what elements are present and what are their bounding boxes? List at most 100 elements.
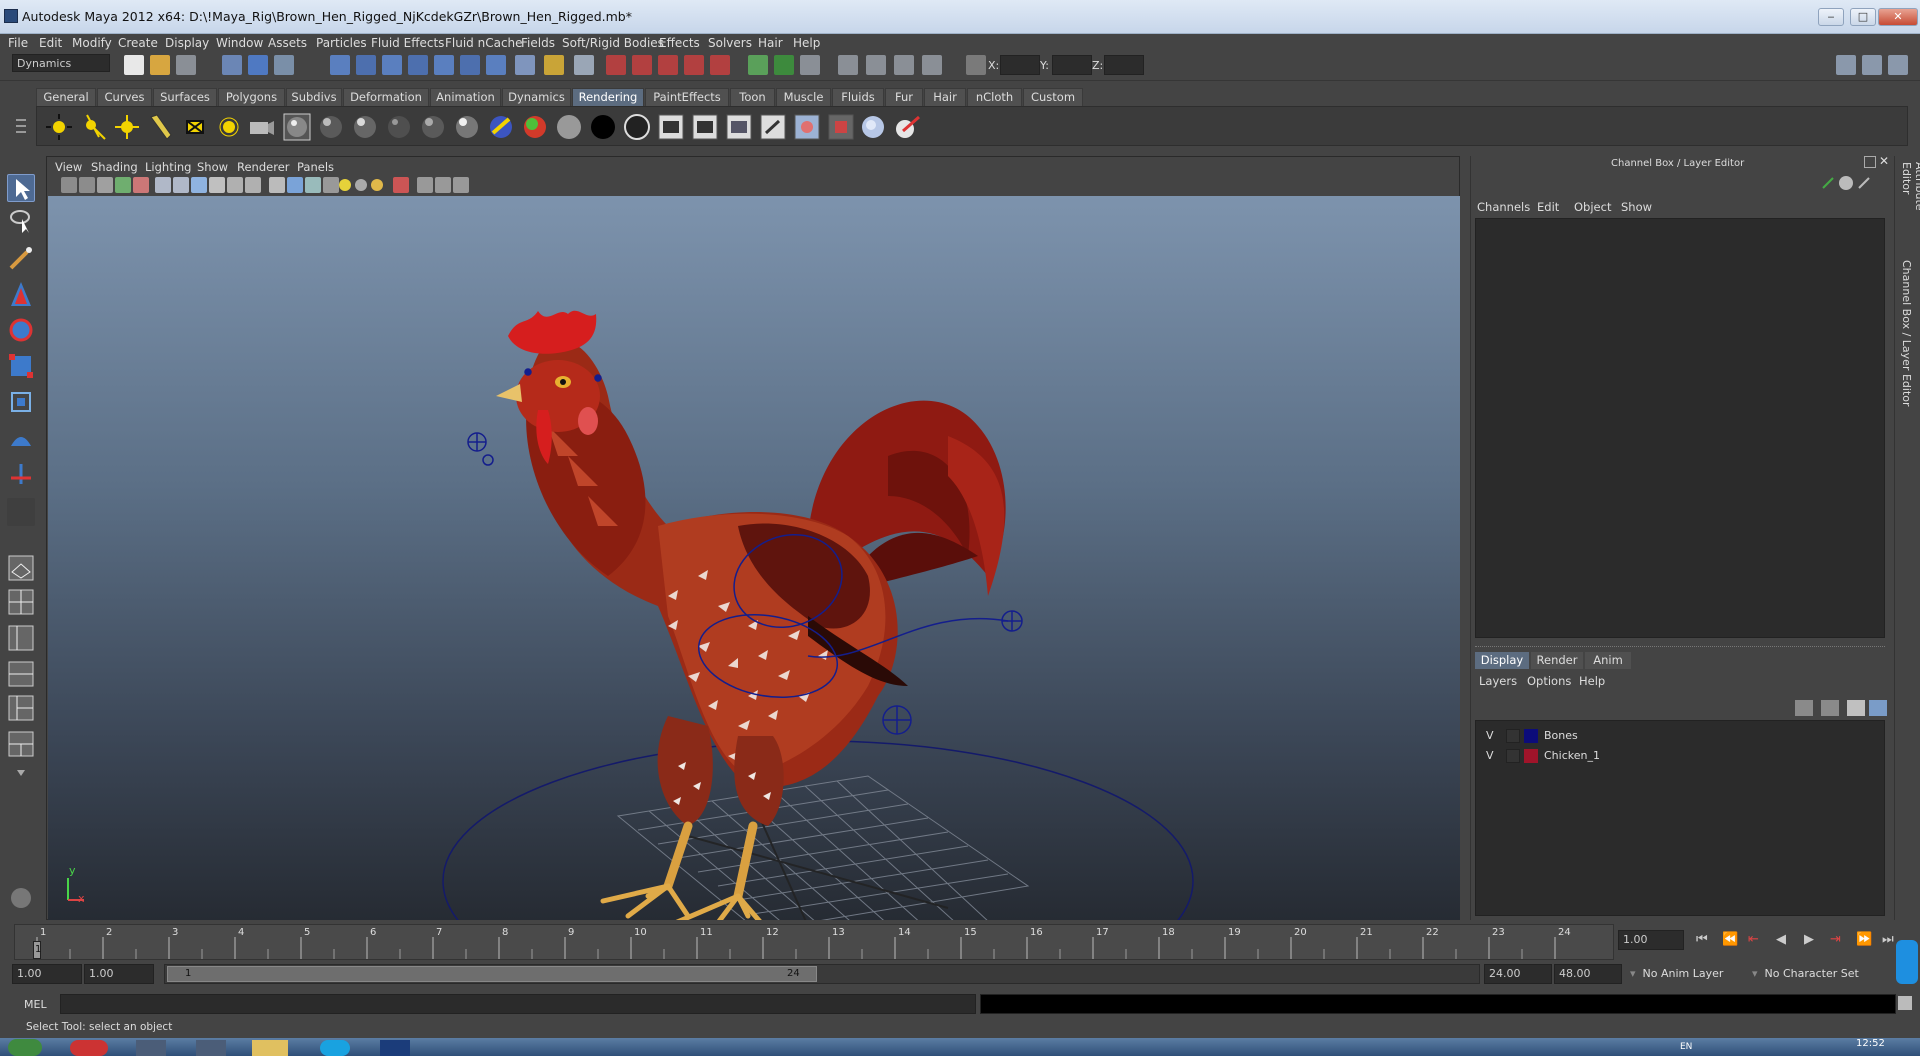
maya-taskbar-icon-2[interactable] (196, 1040, 226, 1056)
shelf-tab-animation[interactable]: Animation (430, 88, 501, 106)
lock-icon[interactable] (544, 55, 564, 75)
shader-ball-1-icon[interactable] (283, 113, 311, 141)
transform-mode-icon[interactable] (966, 55, 986, 75)
end-playback-field[interactable]: 24.00 (1484, 964, 1552, 984)
minimize-button[interactable]: ‒ (1818, 8, 1844, 26)
channel-box-toggle-icon[interactable] (1888, 55, 1908, 75)
quick-layout-icon[interactable] (7, 884, 35, 912)
paint-select-tool-icon[interactable] (7, 244, 35, 272)
menu-particles[interactable]: Particles (316, 36, 367, 50)
persp-graph-layout-icon[interactable] (7, 660, 35, 688)
move-layer-up-icon[interactable] (1847, 700, 1865, 716)
step-back-key-icon[interactable]: ⏪ (1722, 932, 1738, 947)
move-layer-down-icon[interactable] (1869, 700, 1887, 716)
y-field[interactable] (1052, 55, 1092, 75)
magnet-curve-icon[interactable] (632, 55, 652, 75)
snap-curve-icon[interactable] (356, 55, 376, 75)
render-current-frame-icon[interactable] (691, 113, 719, 141)
shader-ball-6-icon[interactable] (453, 113, 481, 141)
select-component-icon[interactable] (274, 55, 294, 75)
shelf-tab-muscle[interactable]: Muscle (776, 88, 831, 106)
directional-light-icon[interactable] (79, 113, 107, 141)
ipr-shelf-icon[interactable] (725, 113, 753, 141)
2d-pan-zoom-icon[interactable] (133, 177, 149, 193)
persp-outliner-layout-icon[interactable] (7, 624, 35, 652)
shader-ball-3-icon[interactable] (351, 113, 379, 141)
magnet-point-icon[interactable] (658, 55, 678, 75)
show-menu[interactable]: Show (1621, 200, 1652, 214)
image-plane-icon[interactable] (115, 177, 131, 193)
area-light-icon[interactable] (181, 113, 209, 141)
shelf-tab-custom[interactable]: Custom (1023, 88, 1083, 106)
command-input[interactable] (60, 994, 976, 1014)
new-scene-icon[interactable] (124, 55, 144, 75)
layer-visibility-toggle[interactable]: V (1486, 729, 1494, 742)
shelf-tab-surfaces[interactable]: Surfaces (153, 88, 217, 106)
move-tool-icon[interactable] (7, 280, 35, 308)
new-layer-selected-icon[interactable] (1821, 700, 1839, 716)
menuset-dropdown[interactable]: Dynamics (12, 54, 110, 72)
render-settings-icon[interactable] (800, 55, 820, 75)
viewport-menu-renderer[interactable]: Renderer (237, 160, 290, 174)
four-view-layout-icon[interactable] (7, 588, 35, 616)
layer-tab-anim[interactable]: Anim (1585, 652, 1631, 669)
panel-splitter[interactable] (1475, 646, 1885, 649)
backface-culling-icon[interactable] (453, 177, 469, 193)
wireframe-on-shaded-icon[interactable] (305, 177, 321, 193)
layers-menu[interactable]: Layers (1479, 674, 1517, 688)
shadows-icon[interactable] (371, 179, 383, 191)
xray-joints-icon[interactable] (435, 177, 451, 193)
shelf-tab-polygons[interactable]: Polygons (218, 88, 285, 106)
volume-light-icon[interactable] (215, 113, 243, 141)
channel-box-toggle-icon-2[interactable] (1839, 176, 1853, 190)
object-menu[interactable]: Object (1574, 200, 1611, 214)
options-menu[interactable]: Options (1527, 674, 1571, 688)
help-menu[interactable]: Help (1579, 674, 1605, 688)
step-back-frame-icon[interactable]: ⇤ (1748, 932, 1759, 947)
film-gate-icon[interactable] (173, 177, 189, 193)
shelf-tab-subdivs[interactable]: Subdivs (286, 88, 342, 106)
shelf-menu-icon[interactable] (14, 110, 28, 144)
menu-fluid-effects[interactable]: Fluid Effects (371, 36, 444, 50)
select-hierarchy-icon[interactable] (222, 55, 242, 75)
menu-fields[interactable]: Fields (521, 36, 555, 50)
last-tool-slot-icon[interactable] (7, 498, 35, 526)
channels-menu[interactable]: Channels (1477, 200, 1530, 214)
viewport-scene[interactable]: y x (48, 196, 1460, 920)
hypershade-shelf-icon[interactable] (793, 113, 821, 141)
camera-attributes-icon[interactable] (79, 177, 95, 193)
layer-tab-display[interactable]: Display (1475, 652, 1529, 669)
smooth-shading-icon[interactable] (287, 177, 303, 193)
snap-point-icon[interactable] (382, 55, 402, 75)
shelf-tab-curves[interactable]: Curves (97, 88, 152, 106)
tool-settings-toggle-icon[interactable] (1862, 55, 1882, 75)
script-editor-icon[interactable] (1898, 996, 1912, 1010)
grey-shader-icon[interactable] (555, 113, 583, 141)
color-shader-icon[interactable] (521, 113, 549, 141)
menu-soft-rigid-bodies[interactable]: Soft/Rigid Bodies (562, 36, 664, 50)
save-scene-icon[interactable] (176, 55, 196, 75)
layer-name[interactable]: Chicken_1 (1544, 749, 1600, 762)
menu-file[interactable]: File (8, 36, 28, 50)
skype-taskbar-icon[interactable] (320, 1040, 350, 1056)
layer-row-chicken[interactable]: V Chicken_1 (1476, 747, 1884, 765)
help-icon[interactable] (515, 55, 535, 75)
range-slider-track[interactable]: 1 24 (164, 964, 1480, 984)
paint-brush-icon[interactable] (893, 113, 921, 141)
viewport-menu-shading[interactable]: Shading (91, 160, 138, 174)
rotate-tool-icon[interactable] (7, 316, 35, 344)
explorer-taskbar-icon[interactable] (252, 1040, 288, 1056)
ipr-render-icon[interactable] (774, 55, 794, 75)
new-layer-empty-icon[interactable] (1795, 700, 1813, 716)
hypershade-icon[interactable] (838, 55, 858, 75)
menu-assets[interactable]: Assets (268, 36, 307, 50)
default-lighting-icon[interactable] (339, 179, 351, 191)
lasso-tool-icon[interactable] (7, 206, 35, 234)
snapshot-icon[interactable] (922, 55, 942, 75)
shelf-tab-toon[interactable]: Toon (730, 88, 775, 106)
close-panel-icon[interactable]: ✕ (1879, 154, 1889, 168)
layer-tab-render[interactable]: Render (1531, 652, 1583, 669)
layer-name[interactable]: Bones (1544, 729, 1578, 742)
play-backward-icon[interactable]: ◀ (1776, 932, 1786, 947)
z-field[interactable] (1104, 55, 1144, 75)
